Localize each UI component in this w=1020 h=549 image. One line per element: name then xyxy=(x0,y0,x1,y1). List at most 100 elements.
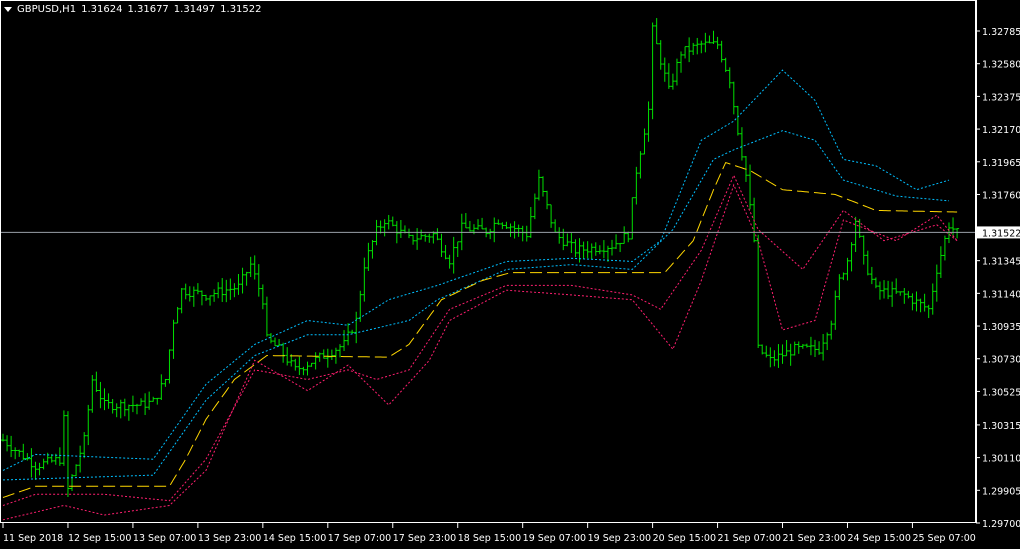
ohlc-bar xyxy=(370,240,375,259)
ohlc-bar xyxy=(134,403,139,415)
indicator-middle xyxy=(2,161,958,498)
ohlc-bar xyxy=(74,464,79,477)
ohlc-bar xyxy=(776,344,781,368)
ohlc-bar xyxy=(902,288,907,304)
ohlc-bar xyxy=(175,306,180,324)
ohlc-bar xyxy=(813,339,817,357)
ohlc-bar xyxy=(601,240,606,259)
ohlc-bar xyxy=(869,266,874,285)
ohlc-bar xyxy=(443,244,448,260)
ohlc-bar xyxy=(212,289,217,302)
ohlc-bar xyxy=(411,234,416,245)
ohlc-bar xyxy=(155,397,160,405)
ohlc-bar xyxy=(13,447,18,460)
ohlc-bar xyxy=(65,411,70,497)
ohlc-bar xyxy=(309,362,314,367)
ohlc-bar xyxy=(845,257,850,281)
ohlc-bar xyxy=(520,225,525,242)
ohlc-bar xyxy=(118,399,123,419)
ohlc-bar xyxy=(313,352,318,370)
ohlc-bar xyxy=(1,433,5,442)
ohlc-bar xyxy=(942,235,947,261)
ohlc-bar xyxy=(585,241,590,259)
ohlc-bar xyxy=(853,216,858,253)
indicator-upper-inner xyxy=(3,130,950,481)
price-tick-label: 1.32580 xyxy=(982,60,1020,71)
ohlc-bar xyxy=(873,277,878,289)
ohlc-bar xyxy=(565,233,570,247)
ohlc-bar xyxy=(837,274,842,300)
ohlc-bar xyxy=(17,449,22,457)
price-tick-label: 1.31140 xyxy=(982,289,1020,300)
ohlc-bar xyxy=(122,398,127,417)
ohlc-bar xyxy=(90,375,95,413)
ohlc-bar xyxy=(674,58,679,86)
ohlc-bar xyxy=(516,224,521,237)
indicator-lower-outer xyxy=(2,183,958,521)
ohlc-bar xyxy=(699,40,704,54)
time-tick-label: 21 Sep 23:00 xyxy=(783,533,846,544)
ohlc-bar xyxy=(98,381,103,409)
price-chart[interactable]: 1.32785 1.32580 1.32375 1.32170 1.31965 1.317… xyxy=(0,0,1020,549)
ohlc-bar xyxy=(21,443,26,461)
ohlc-bar xyxy=(894,278,899,294)
ohlc-bar xyxy=(463,213,468,229)
ohlc-bar xyxy=(297,356,302,375)
ohlc-bar xyxy=(540,176,545,197)
ohlc-bar xyxy=(841,272,846,281)
ohlc-bar xyxy=(61,410,66,466)
ohlc-bar xyxy=(914,291,919,312)
ohlc-bar xyxy=(504,221,509,229)
ohlc-bar xyxy=(317,352,322,362)
price-tick-label: 1.30525 xyxy=(982,387,1020,398)
ohlc-bar xyxy=(760,344,765,355)
ohlc-bar xyxy=(423,233,428,242)
indicator-lower-inner xyxy=(2,174,958,506)
price-tick-label: 1.30315 xyxy=(982,421,1020,432)
ohlc-bar xyxy=(910,293,915,311)
ohlc-bar xyxy=(882,280,887,299)
ohlc-bar xyxy=(382,219,387,237)
ohlc-bar xyxy=(114,403,119,418)
high-price: 1.31677 xyxy=(127,4,169,15)
ohlc-bar xyxy=(358,290,363,322)
ohlc-bar xyxy=(877,281,882,300)
ohlc-bar xyxy=(94,371,99,392)
ohlc-bar xyxy=(934,264,939,302)
price-tick-label: 1.30110 xyxy=(982,454,1020,465)
ohlc-bar xyxy=(691,42,696,55)
ohlc-bar xyxy=(796,341,801,354)
ohlc-bar xyxy=(195,283,200,295)
ohlc-bar xyxy=(723,57,728,73)
price-tick-label: 1.31965 xyxy=(982,158,1020,169)
symbol-label: GBPUSD,H1 xyxy=(17,4,77,15)
ohlc-bar xyxy=(666,63,671,89)
ohlc-bar xyxy=(825,332,830,351)
ohlc-bar xyxy=(890,281,895,307)
ohlc-bar xyxy=(439,233,444,257)
ohlc-bar xyxy=(500,222,505,230)
time-tick-label: 20 Sep 15:00 xyxy=(653,533,716,544)
ohlc-bar xyxy=(208,295,213,306)
ohlc-bar xyxy=(9,435,14,458)
ohlc-bar xyxy=(171,319,176,359)
ohlc-bar xyxy=(70,474,75,492)
time-axis[interactable]: 11 Sep 2018 12 Sep 15:00 13 Sep 07:00 13 Se… xyxy=(2,523,976,544)
time-tick-label: 12 Sep 15:00 xyxy=(68,533,131,544)
time-tick-label: 13 Sep 07:00 xyxy=(133,533,196,544)
price-axis[interactable]: 1.32785 1.32580 1.32375 1.32170 1.31965 1.317… xyxy=(976,0,1020,549)
ohlc-bar xyxy=(549,204,554,228)
ohlc-bar xyxy=(467,220,472,232)
ohlc-bar xyxy=(918,298,923,313)
time-tick-label: 17 Sep 23:00 xyxy=(393,533,456,544)
ohlc-bar xyxy=(41,458,46,470)
ohlc-bar xyxy=(285,347,290,366)
ohlc-bar xyxy=(614,234,619,250)
ohlc-bar xyxy=(151,396,156,402)
ohlc-bar xyxy=(557,227,562,244)
ohlc-bar xyxy=(147,391,152,410)
chart-frame xyxy=(0,0,976,523)
low-price: 1.31497 xyxy=(173,4,216,15)
dropdown-triangle-icon[interactable] xyxy=(4,7,12,12)
ohlc-bar xyxy=(772,350,777,367)
